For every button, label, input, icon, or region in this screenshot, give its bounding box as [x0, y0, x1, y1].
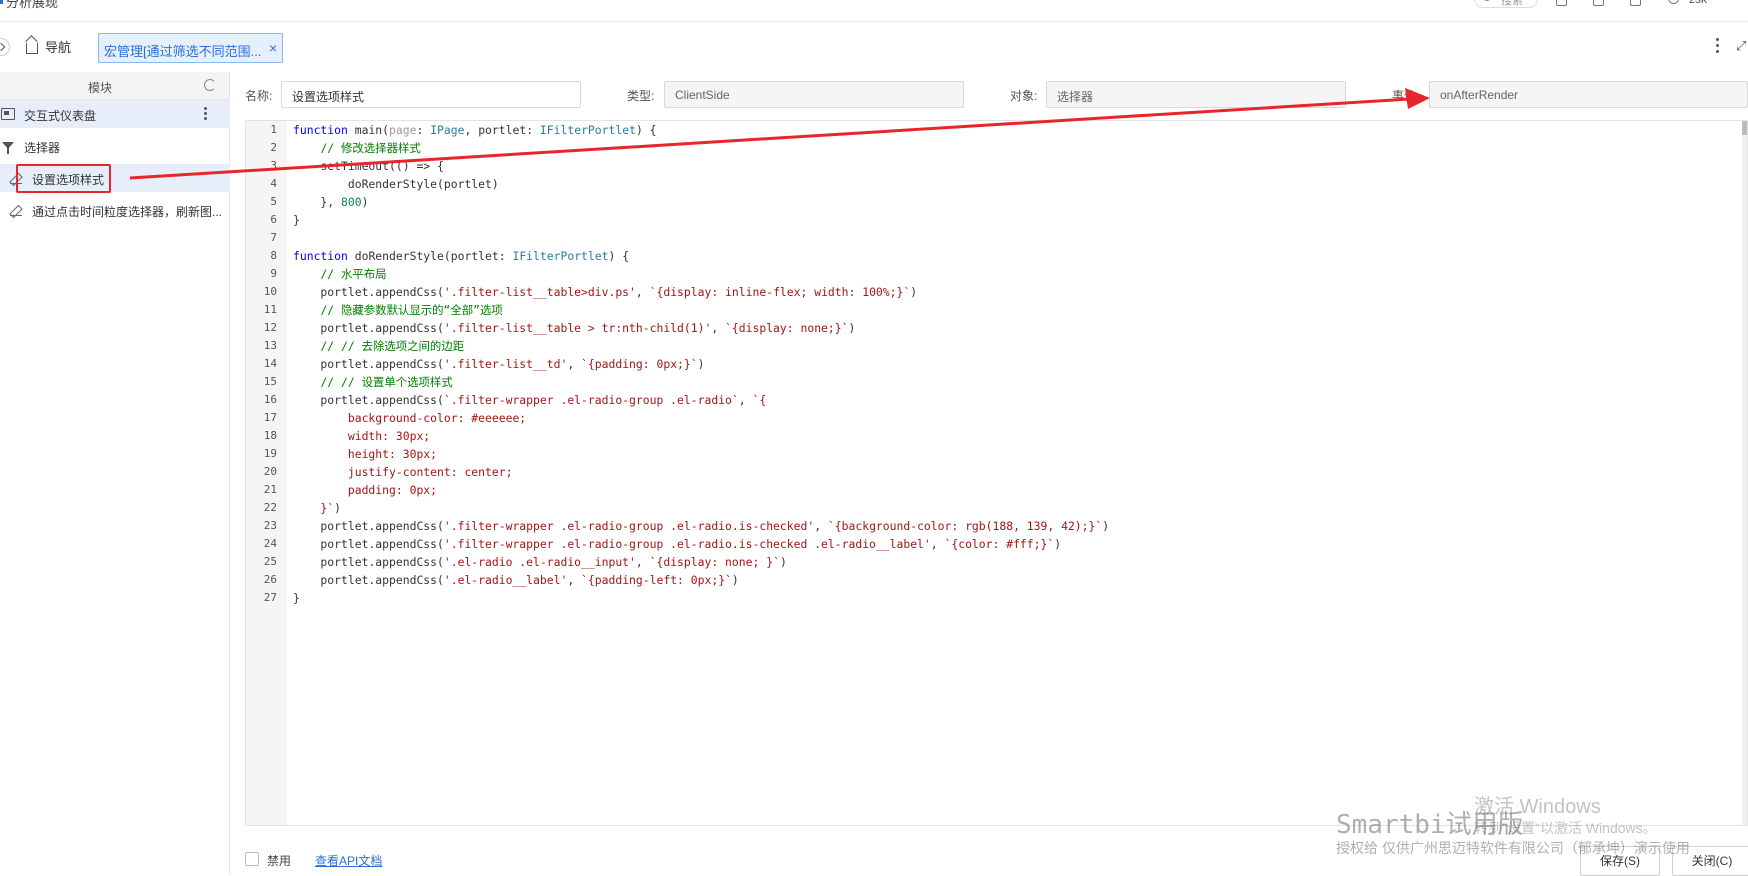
trial-watermark: Smartbi试用版	[1336, 810, 1524, 840]
line-number: 8	[270, 249, 277, 262]
pencil-icon	[10, 205, 22, 217]
fullscreen-icon[interactable]: ⤢	[1736, 38, 1746, 54]
type-field: ClientSide	[664, 81, 964, 108]
tree-item-time-granularity[interactable]: 通过点击时间粒度选择器，刷新图...	[0, 196, 230, 224]
line-number: 15	[263, 375, 277, 388]
tree-item-selector[interactable]: 选择器	[0, 132, 230, 160]
annotation-highlight-box	[16, 164, 111, 193]
user-menu[interactable]: zsk	[1668, 0, 1707, 6]
line-number: 22	[263, 501, 277, 514]
line-number: 5	[270, 195, 277, 208]
tree-item-dashboard[interactable]: 交互式仪表盘	[0, 100, 230, 128]
module-panel-header: 模块	[0, 72, 229, 100]
line-number: 10	[263, 285, 277, 298]
tree-item-label: 交互式仪表盘	[24, 109, 97, 123]
disable-label: 禁用	[267, 854, 292, 868]
event-label: 事件:	[1392, 89, 1420, 103]
tree-item-label: 选择器	[24, 141, 61, 155]
code-editor[interactable]: 1 2 3 4 5 6 7 8 9 10 11 12 13 14 15 16 17 18 19 20 21 22 23 24 2…	[245, 120, 1748, 826]
line-number: 11	[263, 303, 277, 316]
line-number: 17	[263, 411, 277, 424]
app-logo-mark	[0, 0, 3, 4]
line-number: 7	[270, 231, 277, 244]
module-panel-title: 模块	[88, 81, 113, 95]
global-search[interactable]: 搜索	[1474, 0, 1538, 8]
dashboard-icon	[1, 108, 15, 120]
line-number: 16	[263, 393, 277, 406]
line-number: 3	[270, 159, 277, 172]
name-label: 名称:	[245, 89, 273, 103]
tabs-bar: 导航 宏管理[通过筛选不同范围... × ⤢	[0, 22, 1748, 72]
line-number: 23	[263, 519, 277, 532]
expand-sidebar-button[interactable]	[0, 38, 10, 56]
kebab-menu-icon[interactable]	[204, 107, 207, 122]
line-number: 19	[263, 447, 277, 460]
disable-checkbox[interactable]	[245, 852, 259, 866]
refresh-icon[interactable]	[204, 79, 216, 91]
search-icon	[1483, 0, 1491, 1]
tab-navigation-label: 导航	[45, 39, 72, 55]
editor-scrollbar[interactable]	[1742, 121, 1747, 825]
line-number: 27	[263, 591, 277, 604]
more-options-icon[interactable]	[1716, 38, 1720, 56]
top-bar: 分析展现 搜索 zsk	[0, 0, 1748, 22]
api-docs-link[interactable]: 查看API文档	[315, 852, 382, 869]
line-number: 4	[270, 177, 277, 190]
name-field[interactable]: 设置选项样式	[281, 81, 581, 108]
tab-macro-management-label: 宏管理[通过筛选不同范围...	[104, 44, 262, 59]
type-label: 类型:	[627, 89, 655, 103]
line-number: 1	[270, 123, 277, 136]
app-title: 分析展现	[6, 0, 59, 10]
line-number: 20	[263, 465, 277, 478]
line-number: 6	[270, 213, 277, 226]
close-icon[interactable]: ×	[269, 40, 277, 56]
line-number: 18	[263, 429, 277, 442]
search-label: 搜索	[1501, 0, 1523, 7]
user-name: zsk	[1689, 0, 1707, 6]
tab-macro-management[interactable]: 宏管理[通过筛选不同范围... ×	[98, 33, 283, 63]
filter-icon	[2, 142, 14, 154]
home-icon	[26, 42, 38, 54]
license-watermark: 授权给 仅供广州思迈特软件有限公司（郁承坤）演示使用	[1336, 840, 1690, 856]
line-number: 24	[263, 537, 277, 550]
bell-icon[interactable]	[1630, 0, 1641, 6]
event-field: onAfterRender	[1429, 81, 1748, 108]
line-number: 9	[270, 267, 277, 280]
object-label: 对象:	[1010, 89, 1038, 103]
line-number: 25	[263, 555, 277, 568]
code-content[interactable]: function main(page: IPage, portlet: IFil…	[287, 121, 1737, 607]
line-number: 12	[263, 321, 277, 334]
tree-item-label: 通过点击时间粒度选择器，刷新图...	[32, 205, 223, 219]
line-number: 13	[263, 339, 277, 352]
object-field: 选择器	[1046, 81, 1346, 108]
line-number-gutter: 1 2 3 4 5 6 7 8 9 10 11 12 13 14 15 16 17 18 19 20 21 22 23 24 2…	[246, 121, 287, 825]
line-number: 2	[270, 141, 277, 154]
user-icon	[1668, 0, 1679, 4]
window-icon[interactable]	[1593, 0, 1604, 6]
line-number: 14	[263, 357, 277, 370]
line-number: 26	[263, 573, 277, 586]
line-number: 21	[263, 483, 277, 496]
clipboard-icon[interactable]	[1556, 0, 1567, 6]
tab-navigation[interactable]: 导航	[26, 35, 71, 57]
